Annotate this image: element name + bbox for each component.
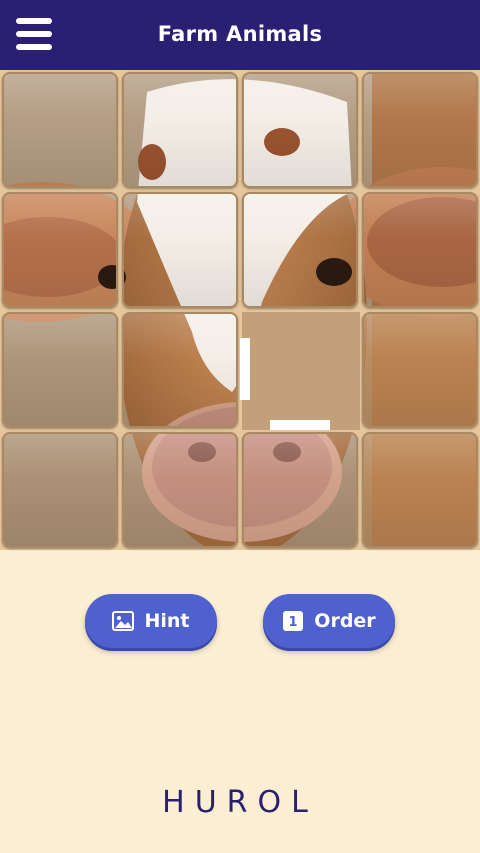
puzzle-tile[interactable] (2, 312, 118, 428)
puzzle-tile[interactable] (122, 72, 238, 188)
empty-cell[interactable] (242, 312, 360, 430)
puzzle-tile[interactable] (362, 192, 478, 308)
puzzle-tile[interactable] (362, 312, 478, 428)
puzzle-tile[interactable] (2, 192, 118, 308)
order-badge: 1 (289, 615, 298, 630)
puzzle-tile[interactable] (242, 192, 358, 308)
top-bar: Farm Animals (0, 0, 480, 70)
puzzle-board (0, 70, 480, 550)
puzzle-tile[interactable] (362, 72, 478, 188)
puzzle-tile[interactable] (122, 192, 238, 308)
puzzle-tile[interactable] (242, 432, 358, 548)
hint-label: Hint (144, 610, 190, 632)
hint-button[interactable]: Hint (85, 594, 217, 648)
puzzle-tile[interactable] (2, 72, 118, 188)
puzzle-tile[interactable] (122, 432, 238, 548)
image-icon (112, 611, 135, 631)
brand-logo: HUROL (162, 785, 318, 820)
gap-marker (240, 338, 250, 400)
puzzle-tile[interactable] (2, 432, 118, 548)
page-title: Farm Animals (157, 22, 323, 46)
gap-marker (270, 420, 330, 430)
number-1-icon: 1 (282, 611, 304, 631)
puzzle-tile[interactable] (242, 72, 358, 188)
order-button[interactable]: 1 Order (263, 594, 395, 648)
puzzle-tile[interactable] (362, 432, 478, 548)
order-label: Order (314, 610, 376, 632)
puzzle-tile[interactable] (122, 312, 238, 428)
